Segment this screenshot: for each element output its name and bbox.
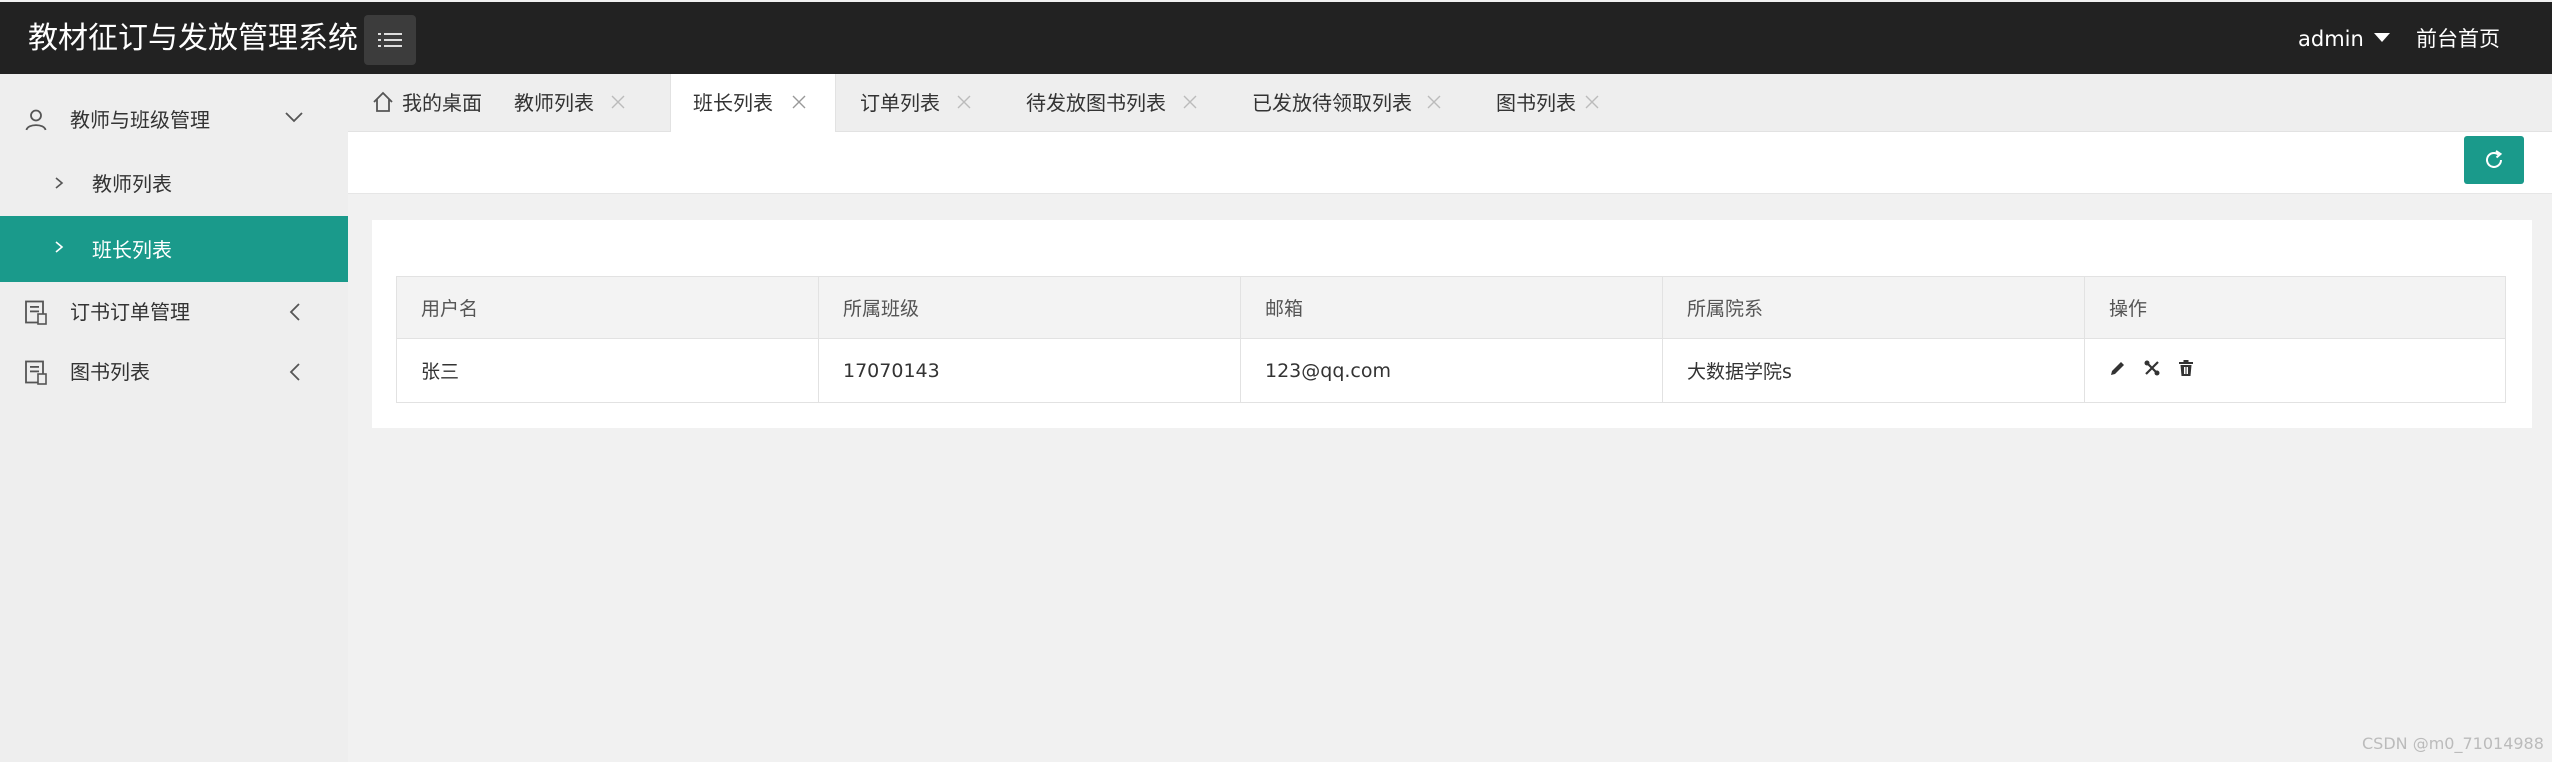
tab-teacher-list[interactable]: 教师列表 (494, 74, 660, 132)
reset-password-icon[interactable] (2143, 359, 2161, 382)
cell-department: 大数据学院s (1662, 338, 2085, 403)
sidebar-group-label: 订书订单管理 (70, 300, 190, 324)
sidebar-item-monitor-list[interactable]: 班长列表 (0, 216, 348, 282)
cell-actions (2084, 338, 2506, 403)
sidebar-group-label: 图书列表 (70, 360, 150, 384)
column-header-department: 所属院系 (1662, 276, 2085, 339)
list-icon (378, 33, 402, 47)
refresh-icon (2486, 150, 2503, 168)
chevron-left-icon (289, 363, 300, 381)
sidebar-item-label: 班长列表 (92, 238, 172, 262)
user-icon (25, 109, 47, 131)
tab-monitor-list[interactable]: 班长列表 (670, 74, 836, 133)
sidebar-item-label: 教师列表 (92, 172, 172, 196)
home-icon (373, 91, 393, 112)
close-icon[interactable] (1426, 94, 1442, 110)
username-label: admin (2298, 27, 2364, 51)
user-dropdown[interactable]: admin (2298, 24, 2390, 54)
column-header-actions: 操作 (2084, 276, 2506, 339)
cell-username: 张三 (396, 338, 819, 403)
tab-label: 教师列表 (514, 91, 594, 115)
book-icon (25, 300, 47, 325)
caret-down-icon (2373, 33, 2390, 42)
close-icon[interactable] (956, 94, 972, 110)
tab-label: 我的桌面 (402, 91, 482, 115)
column-header-username: 用户名 (396, 276, 819, 339)
close-icon[interactable] (610, 94, 626, 110)
tab-order-list[interactable]: 订单列表 (836, 74, 1002, 132)
book-icon (25, 360, 47, 385)
tab-distributed-awaiting[interactable]: 已发放待领取列表 (1228, 74, 1472, 132)
tab-label: 图书列表 (1496, 91, 1576, 115)
chevron-left-icon (289, 303, 300, 321)
app-title: 教材征订与发放管理系统 (28, 21, 358, 56)
chevron-right-icon (55, 177, 64, 189)
sidebar-group-teacher-class[interactable]: 教师与班级管理 (0, 90, 348, 150)
close-icon[interactable] (1182, 94, 1198, 110)
monitor-table: 用户名 所属班级 邮箱 所属院系 操作 张三 17070143 123@qq.c… (396, 276, 2506, 403)
delete-icon[interactable] (2177, 359, 2195, 382)
cell-email: 123@qq.com (1240, 338, 1663, 403)
tab-label: 待发放图书列表 (1026, 91, 1166, 115)
tab-label: 已发放待领取列表 (1252, 91, 1412, 115)
tab-bar: 我的桌面 教师列表 班长列表 订单列表 待发放图书列表 已发放待领取列表 图书列… (348, 74, 2552, 133)
cell-class: 17070143 (818, 338, 1241, 403)
sidebar-group-book-list[interactable]: 图书列表 (0, 342, 348, 402)
close-icon[interactable] (1584, 94, 1600, 110)
sidebar: 教师与班级管理 教师列表 班长列表 订书订单管理 图书列表 (0, 74, 348, 762)
table-row: 张三 17070143 123@qq.com 大数据学院s (396, 338, 2506, 403)
close-icon[interactable] (791, 94, 807, 110)
tab-book-list[interactable]: 图书列表 (1472, 74, 1622, 132)
chevron-down-icon (285, 112, 303, 123)
table-header-row: 用户名 所属班级 邮箱 所属院系 操作 (396, 276, 2506, 339)
content-toolbar (348, 132, 2552, 194)
watermark: CSDN @m0_71014988 (2362, 734, 2544, 753)
sidebar-item-teacher-list[interactable]: 教师列表 (0, 152, 348, 216)
top-header: 教材征订与发放管理系统 admin 前台首页 (0, 0, 2552, 74)
refresh-button[interactable] (2464, 136, 2524, 184)
sidebar-group-book-orders[interactable]: 订书订单管理 (0, 282, 348, 342)
front-home-link[interactable]: 前台首页 (2416, 24, 2500, 54)
tab-my-desktop[interactable]: 我的桌面 (348, 74, 494, 132)
column-header-class: 所属班级 (818, 276, 1241, 339)
tab-label: 订单列表 (860, 91, 940, 115)
tab-pending-distribution[interactable]: 待发放图书列表 (1002, 74, 1228, 132)
column-header-email: 邮箱 (1240, 276, 1663, 339)
list-card: 用户名 所属班级 邮箱 所属院系 操作 张三 17070143 123@qq.c… (372, 220, 2532, 428)
menu-toggle-button[interactable] (364, 15, 416, 65)
chevron-right-icon (55, 241, 64, 253)
tab-label: 班长列表 (693, 91, 773, 115)
edit-icon[interactable] (2109, 359, 2127, 382)
sidebar-group-label: 教师与班级管理 (70, 108, 210, 132)
